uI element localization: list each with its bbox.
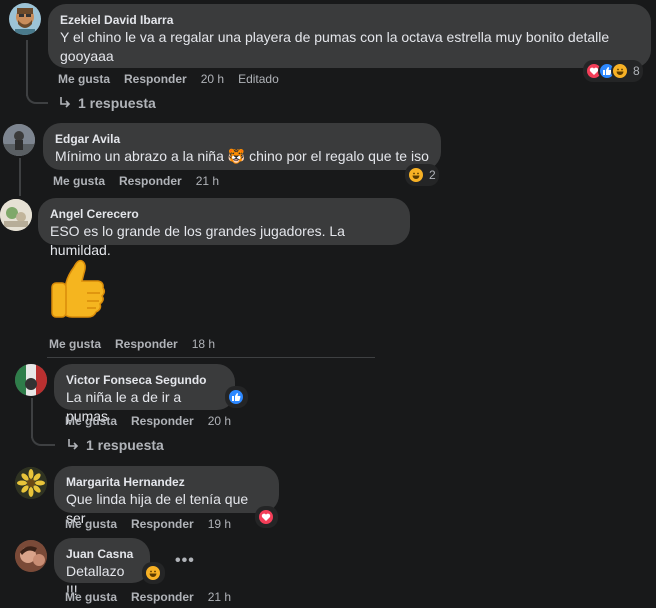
avatar[interactable] [3, 124, 35, 156]
haha-reaction-icon [144, 564, 162, 582]
thread-connector [31, 428, 55, 446]
comment-author[interactable]: Ezekiel David Ibarra [60, 12, 639, 28]
view-replies-link[interactable]: 1 respuesta [66, 437, 164, 453]
like-button[interactable]: Me gusta [58, 72, 110, 86]
avatar[interactable] [15, 540, 47, 572]
comment-author[interactable]: Victor Fonseca Segundo [66, 372, 223, 388]
comment-actions: Me gusta Responder 18 h [49, 337, 215, 351]
reaction-count: 8 [633, 64, 640, 78]
comment-actions: Me gusta Responder 19 h [65, 517, 231, 531]
comment-bubble: Margarita Hernandez Que linda hija de el… [54, 466, 279, 526]
comment-bubble: Angel Cerecero ESO es lo grande de los g… [38, 198, 410, 258]
comment-actions: Me gusta Responder 20 h [65, 414, 231, 428]
haha-reaction-icon [407, 166, 425, 184]
comment-actions: Me gusta Responder 21 h [53, 174, 219, 188]
avatar[interactable] [9, 3, 41, 35]
reply-arrow-icon [60, 97, 71, 108]
edited-label[interactable]: Editado [238, 72, 279, 86]
like-reaction-icon [227, 388, 245, 406]
comment-actions: Me gusta Responder 21 h [65, 590, 231, 604]
reply-button[interactable]: Responder [131, 414, 194, 428]
comment-timestamp[interactable]: 21 h [196, 174, 219, 188]
haha-reaction-icon [611, 62, 629, 80]
comment-author[interactable]: Edgar Avila [55, 131, 429, 147]
like-button[interactable]: Me gusta [65, 517, 117, 531]
like-button[interactable]: Me gusta [49, 337, 101, 351]
thread-connector [26, 86, 48, 104]
comment-timestamp[interactable]: 20 h [201, 72, 224, 86]
reply-button[interactable]: Responder [124, 72, 187, 86]
comment-bubble: Juan Casna Detallazo !!! [54, 538, 150, 598]
reaction-count: 2 [429, 168, 436, 182]
comment-timestamp[interactable]: 21 h [208, 590, 231, 604]
reply-button[interactable]: Responder [131, 517, 194, 531]
comment-timestamp[interactable]: 19 h [208, 517, 231, 531]
like-button[interactable]: Me gusta [65, 590, 117, 604]
view-replies-link[interactable]: 1 respuesta [58, 95, 156, 111]
comment-timestamp[interactable]: 20 h [208, 414, 231, 428]
replies-count-label: 1 respuesta [78, 95, 156, 111]
reply-arrow-icon [68, 439, 79, 450]
reply-button[interactable]: Responder [131, 590, 194, 604]
reply-button[interactable]: Responder [115, 337, 178, 351]
avatar[interactable] [15, 364, 47, 396]
replies-count-label: 1 respuesta [86, 437, 164, 453]
thread-divider [47, 357, 375, 358]
more-options-button[interactable]: ••• [175, 552, 195, 570]
like-button[interactable]: Me gusta [53, 174, 105, 188]
avatar[interactable] [15, 467, 47, 499]
reaction-summary[interactable]: 8 [583, 60, 643, 82]
reaction-summary[interactable] [225, 386, 248, 408]
comment-author[interactable]: Juan Casna [66, 546, 138, 562]
reply-button[interactable]: Responder [119, 174, 182, 188]
reaction-summary[interactable] [255, 506, 278, 528]
thumbs-up-sticker[interactable] [46, 255, 108, 325]
reaction-summary[interactable]: 2 [405, 164, 439, 186]
comment-author[interactable]: Angel Cerecero [50, 206, 398, 222]
comment-text: Y el chino le va a regalar una playera d… [60, 29, 610, 64]
reaction-summary[interactable] [142, 562, 165, 584]
comment-actions: Me gusta Responder 20 h Editado [58, 72, 279, 86]
comment-bubble: Edgar Avila Mínimo un abrazo a la niña 🐯… [43, 123, 441, 170]
comment-bubble: Victor Fonseca Segundo La niña le a de i… [54, 364, 235, 424]
comment-text: Mínimo un abrazo a la niña 🐯 chino por e… [55, 148, 429, 164]
thread-line [19, 158, 21, 196]
avatar[interactable] [0, 199, 32, 231]
like-button[interactable]: Me gusta [65, 414, 117, 428]
comment-timestamp[interactable]: 18 h [192, 337, 215, 351]
comment-author[interactable]: Margarita Hernandez [66, 474, 267, 490]
comment-bubble: Ezekiel David Ibarra Y el chino le va a … [48, 4, 651, 68]
love-reaction-icon [257, 508, 275, 526]
